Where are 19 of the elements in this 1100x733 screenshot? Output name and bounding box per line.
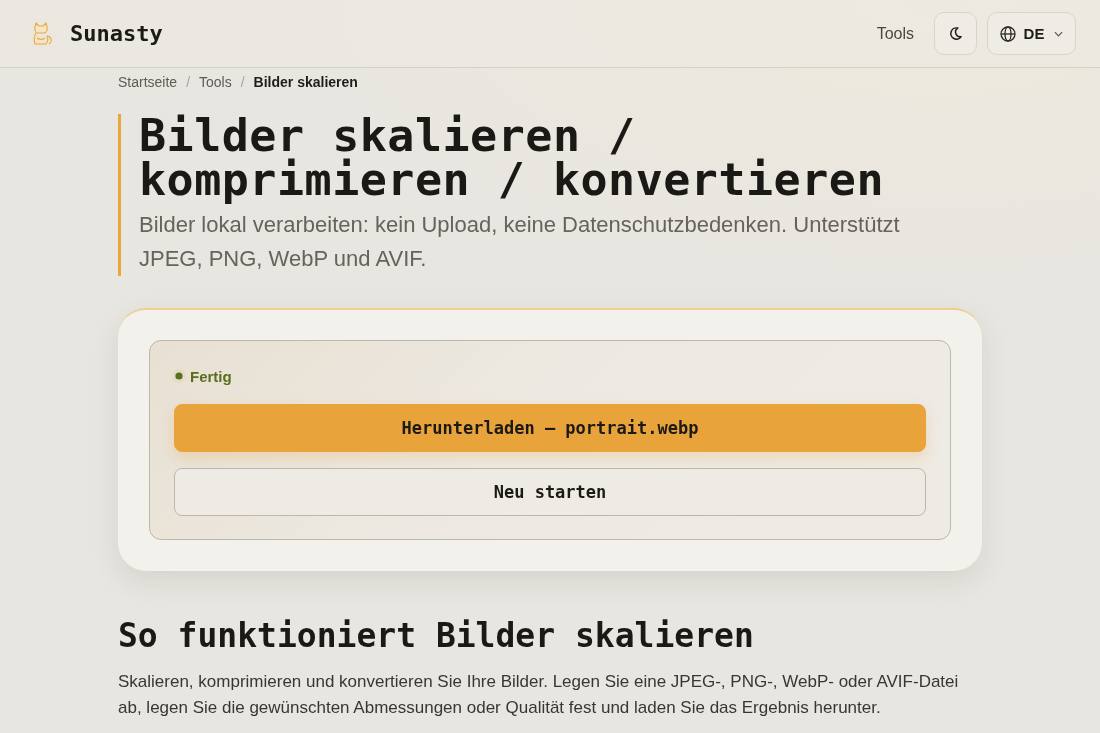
breadcrumb-separator: /	[186, 74, 191, 90]
language-button[interactable]: DE	[987, 12, 1076, 55]
section-paragraph: Skalieren, komprimieren und konvertieren Sie Ihre Bilder. Legen Sie eine JPEG-, PNG-, WebP- oder AVIF-Datei ab, legen Sie die gewünschten Abmessungen oder Qualität fest und laden Sie das Ergebnis herunter.	[118, 671, 960, 719]
status-label: Fertig	[190, 367, 232, 385]
breadcrumb-link[interactable]: Startseite	[118, 74, 178, 90]
page-title: Bilder skalieren / komprimieren / konvertieren	[139, 114, 885, 202]
moon-icon	[948, 26, 963, 41]
page-subtitle: Bilder lokal verarbeiten: kein Upload, keine Datenschutzbedenken. Unterstützt JPEG, PNG, WebP und AVIF.	[139, 211, 901, 273]
breadcrumb-separator: /	[240, 74, 245, 90]
nav-link[interactable]: Tools	[876, 24, 914, 43]
section-heading: So funktioniert Bilder skalieren	[118, 615, 755, 657]
breadcrumb-current[interactable]: Bilder skalieren	[253, 74, 358, 90]
brand-name[interactable]: Sunasty	[70, 21, 163, 46]
download-button[interactable]: Herunterladen — portrait.webp	[174, 404, 926, 452]
theme-toggle-button[interactable]	[934, 12, 977, 55]
breadcrumb-link[interactable]: Tools	[199, 74, 232, 90]
chevron-down-icon	[1054, 30, 1064, 37]
restart-button[interactable]: Neu starten	[174, 468, 926, 516]
globe-icon	[999, 25, 1016, 42]
